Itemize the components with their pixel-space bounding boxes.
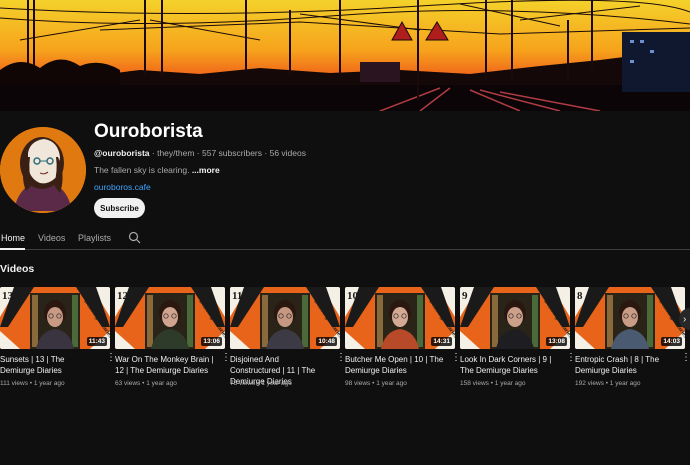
view-count: 98 views	[345, 380, 371, 387]
video-meta: 192 views • 1 year ago	[575, 380, 641, 387]
upload-age: 1 year ago	[609, 380, 641, 387]
video-title[interactable]: War On The Monkey Brain | 12 | The Demiu…	[115, 354, 215, 376]
tab-playlists[interactable]: Playlists	[78, 233, 111, 243]
video-thumbnail[interactable]: 9 Demiurge Diaries 13:08	[460, 287, 570, 349]
avatar-portrait	[0, 127, 86, 213]
channel-meta: @ouroborista · they/them · 557 subscribe…	[94, 148, 306, 158]
channel-tabs: Home Videos Playlists	[0, 226, 690, 250]
channel-handle: @ouroborista	[94, 148, 150, 158]
video-card[interactable]: 8 Demiurge Diaries 14:03 Entropic Crash | 8…	[575, 287, 690, 387]
video-thumbnail[interactable]: 8 Demiurge Diaries 14:03	[575, 287, 685, 349]
episode-number: 12	[117, 290, 129, 302]
upload-age: 1 year ago	[33, 380, 65, 387]
video-title[interactable]: Butcher Me Open | 10 | The Demiurge Diar…	[345, 354, 445, 376]
chevron-right-icon: ›	[683, 313, 687, 325]
episode-number: 8	[577, 290, 583, 302]
more-options-icon[interactable]: ⋮	[106, 353, 116, 365]
video-meta: 98 views • 1 year ago	[345, 380, 407, 387]
video-count: 56 videos	[269, 148, 306, 158]
channel-banner	[0, 0, 690, 111]
video-title[interactable]: Entropic Crash | 8 | The Demiurge Diarie…	[575, 354, 675, 376]
channel-avatar[interactable]	[0, 127, 86, 213]
video-thumbnail[interactable]: 10 Demiurge Diaries 14:31	[345, 287, 455, 349]
active-tab-indicator	[0, 248, 25, 250]
search-icon[interactable]	[128, 231, 141, 244]
upload-age: 1 year ago	[261, 380, 292, 387]
episode-number: 10	[347, 290, 359, 302]
channel-link[interactable]: ouroboros.cafe	[94, 182, 151, 192]
video-card[interactable]: 10 Demiurge Diaries 14:31 Butcher Me Open |…	[345, 287, 461, 387]
view-count: 75 views	[230, 380, 256, 387]
upload-age: 1 year ago	[494, 380, 526, 387]
description-text: The fallen sky is clearing.	[94, 165, 190, 175]
more-link[interactable]: ...more	[192, 165, 220, 175]
episode-number: 11	[232, 290, 242, 302]
subscribe-button[interactable]: Subscribe	[94, 198, 145, 218]
channel-name: Ouroborista	[94, 121, 203, 142]
more-options-icon[interactable]: ⋮	[336, 353, 346, 365]
video-duration: 13:08	[546, 337, 567, 346]
more-options-icon[interactable]: ⋮	[566, 353, 576, 365]
video-thumbnail[interactable]: 12 Demiurge Diaries 13:06	[115, 287, 225, 349]
video-card[interactable]: 12 Demiurge Diaries 13:06 War On The Monkey…	[115, 287, 231, 387]
more-options-icon[interactable]: ⋮	[221, 353, 231, 365]
video-meta: 111 views • 1 year ago	[0, 380, 65, 387]
more-options-icon[interactable]: ⋮	[451, 353, 461, 365]
video-duration: 13:06	[201, 337, 222, 346]
view-count: 63 views	[115, 380, 141, 387]
video-meta: 63 views • 1 year ago	[115, 380, 177, 387]
channel-description[interactable]: The fallen sky is clearing. ...more	[94, 165, 220, 175]
video-thumbnail[interactable]: 11 Demiurge Diaries 10:48	[230, 287, 340, 349]
channel-pronouns: they/them	[157, 148, 195, 158]
view-count: 111 views	[0, 380, 28, 387]
tab-home[interactable]: Home	[1, 233, 25, 243]
video-duration: 11:43	[86, 337, 107, 346]
video-title[interactable]: Look In Dark Corners | 9 | The Demiurge …	[460, 354, 560, 376]
banner-image	[0, 0, 690, 111]
video-duration: 10:48	[316, 337, 337, 346]
more-options-icon[interactable]: ⋮	[681, 353, 690, 365]
video-duration: 14:03	[661, 337, 682, 346]
episode-number: 13	[2, 290, 14, 302]
video-card[interactable]: 11 Demiurge Diaries 10:48 Disjoined And Con…	[230, 287, 346, 387]
video-thumbnail[interactable]: 13 Demiurge Diaries 11:43	[0, 287, 110, 349]
subscriber-count: 557 subscribers	[202, 148, 263, 158]
tab-videos[interactable]: Videos	[38, 233, 65, 243]
episode-number: 9	[462, 290, 468, 302]
upload-age: 1 year ago	[376, 380, 407, 387]
video-meta: 75 views • 1 year ago	[230, 380, 292, 387]
view-count: 158 views	[460, 380, 489, 387]
video-card[interactable]: 13 Demiurge Diaries 11:43 Sunsets | 13 | Th…	[0, 287, 116, 387]
view-count: 192 views	[575, 380, 604, 387]
video-meta: 158 views • 1 year ago	[460, 380, 526, 387]
video-title[interactable]: Sunsets | 13 | The Demiurge Diaries	[0, 354, 100, 376]
upload-age: 1 year ago	[146, 380, 177, 387]
video-duration: 14:31	[431, 337, 452, 346]
section-title-videos[interactable]: Videos	[0, 263, 34, 275]
video-card[interactable]: 9 Demiurge Diaries 13:08 Look In Dark Corne…	[460, 287, 576, 387]
